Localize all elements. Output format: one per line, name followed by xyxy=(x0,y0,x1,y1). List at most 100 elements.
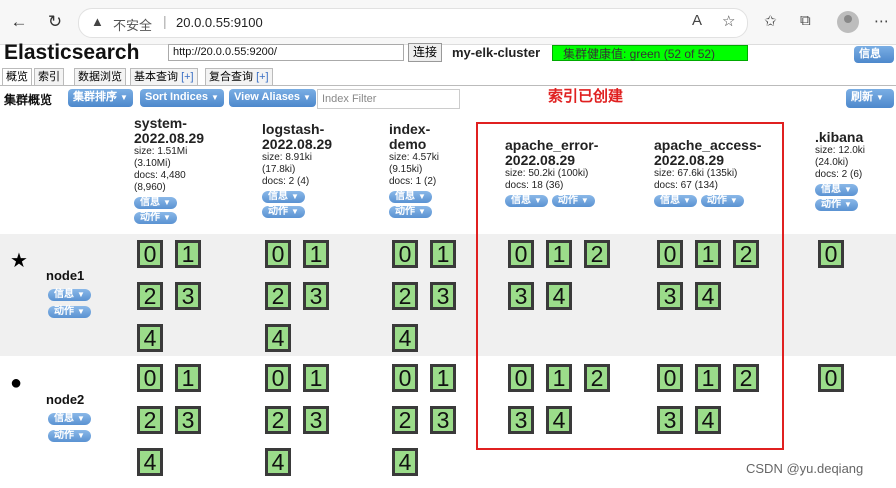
tab-plus: [+] xyxy=(181,71,194,83)
browser-toolbar: ← ↻ ▲ 不安全 | 20.0.0.55:9100 A ☆ ✩ ⧉ ⋯ xyxy=(0,0,896,45)
index-name: .kibana xyxy=(815,129,864,145)
view-aliases-label: View Aliases xyxy=(234,91,301,103)
overview-label: 集群概览 xyxy=(4,93,53,107)
shard-box[interactable]: 3 xyxy=(303,282,329,310)
node-action-button[interactable]: 动作 ▼ xyxy=(48,430,91,442)
index-info-button[interactable]: 信息 ▼ xyxy=(389,191,432,203)
tab-browser[interactable]: 数据浏览 xyxy=(74,68,126,85)
tab-plus: [+] xyxy=(256,71,269,83)
index-info-button[interactable]: 信息 ▼ xyxy=(134,197,177,209)
shard-box[interactable]: 0 xyxy=(392,364,418,392)
node-name: node2 xyxy=(46,392,85,407)
info-label: 信息 xyxy=(268,191,288,202)
master-star-icon: ★ xyxy=(10,250,28,272)
shard-box[interactable]: 3 xyxy=(175,282,201,310)
node-dot-icon: ● xyxy=(10,372,23,394)
action-label: 动作 xyxy=(395,206,415,217)
collections-icon[interactable]: ⧉ xyxy=(800,12,811,29)
index-action-button[interactable]: 动作 ▼ xyxy=(134,212,177,224)
annotation-text: 索引已创建 xyxy=(548,88,624,105)
shard-box[interactable]: 0 xyxy=(392,240,418,268)
reload-icon[interactable]: ↻ xyxy=(44,11,66,33)
profile-avatar[interactable] xyxy=(837,11,859,33)
shard-box[interactable]: 0 xyxy=(137,364,163,392)
shard-box[interactable]: 1 xyxy=(175,364,201,392)
shard-box[interactable]: 4 xyxy=(137,448,163,476)
index-stat: size: 8.91ki xyxy=(262,152,313,163)
refresh-label: 刷新 xyxy=(851,91,873,103)
shard-box[interactable]: 2 xyxy=(392,406,418,434)
index-stat: docs: 4,480 xyxy=(134,170,186,181)
shard-box[interactable]: 0 xyxy=(818,240,844,268)
favorite-add-icon[interactable]: ☆ xyxy=(722,12,735,30)
shard-box[interactable]: 4 xyxy=(265,324,291,352)
shard-box[interactable]: 2 xyxy=(137,282,163,310)
index-header: logstash- 2022.08.29 size: 8.91ki (17.8ki)… xyxy=(262,122,332,218)
node-action-button[interactable]: 动作 ▼ xyxy=(48,306,91,318)
shard-box[interactable]: 0 xyxy=(265,240,291,268)
action-label: 动作 xyxy=(821,199,841,210)
shard-box[interactable]: 3 xyxy=(430,282,456,310)
index-menu: 信息 ▼ 动作 ▼ xyxy=(134,197,204,224)
shard-box[interactable]: 1 xyxy=(430,240,456,268)
shard-box[interactable]: 0 xyxy=(818,364,844,392)
info-button[interactable]: 信息 ▼ xyxy=(854,46,894,76)
tab-divider xyxy=(0,85,896,86)
chevron-down-icon: ▼ xyxy=(163,213,171,222)
connect-url-input[interactable]: http://20.0.0.55:9200/ xyxy=(168,44,404,61)
index-action-button[interactable]: 动作 ▼ xyxy=(815,199,858,211)
tab-indices[interactable]: 索引 xyxy=(34,68,64,85)
node-info-button[interactable]: 信息 ▼ xyxy=(48,413,91,425)
shard-box[interactable]: 2 xyxy=(265,282,291,310)
shard-box[interactable]: 2 xyxy=(137,406,163,434)
watermark: CSDN @yu.deqiang xyxy=(746,461,864,476)
shard-box[interactable]: 4 xyxy=(392,324,418,352)
index-filter-input[interactable]: Index Filter xyxy=(317,89,460,109)
chevron-down-icon: ▼ xyxy=(876,93,884,102)
index-header: .kibana size: 12.0ki (24.0ki) docs: 2 (6) 信息… xyxy=(815,130,865,211)
chevron-down-icon: ▼ xyxy=(77,307,85,316)
chevron-down-icon: ▼ xyxy=(291,192,299,201)
sort-cluster-button[interactable]: 集群排序 ▼ xyxy=(68,89,133,107)
shard-box[interactable]: 2 xyxy=(265,406,291,434)
shard-box[interactable]: 0 xyxy=(137,240,163,268)
favorites-icon[interactable]: ✩ xyxy=(764,12,777,30)
shard-box[interactable]: 4 xyxy=(265,448,291,476)
shard-box[interactable]: 1 xyxy=(430,364,456,392)
sort-indices-label: Sort Indices xyxy=(145,91,208,103)
shard-box[interactable]: 3 xyxy=(175,406,201,434)
cluster-name: my-elk-cluster xyxy=(452,45,541,60)
connect-button[interactable]: 连接 xyxy=(408,43,442,62)
chevron-down-icon: ▼ xyxy=(862,67,870,76)
index-action-button[interactable]: 动作 ▼ xyxy=(262,206,305,218)
refresh-button[interactable]: 刷新 ▼ xyxy=(846,89,894,108)
shard-box[interactable]: 1 xyxy=(303,364,329,392)
sort-indices-button[interactable]: Sort Indices ▼ xyxy=(140,89,224,107)
chevron-down-icon: ▼ xyxy=(303,93,311,102)
shard-box[interactable]: 1 xyxy=(303,240,329,268)
shard-box[interactable]: 4 xyxy=(137,324,163,352)
address-bar[interactable]: ▲ 不安全 | 20.0.0.55:9100 xyxy=(78,8,748,38)
shard-box[interactable]: 3 xyxy=(303,406,329,434)
tab-compound-query[interactable]: 复合查询 [+] xyxy=(205,68,273,85)
index-info-button[interactable]: 信息 ▼ xyxy=(262,191,305,203)
back-icon[interactable]: ← xyxy=(8,11,30,33)
read-aloud-icon[interactable]: A xyxy=(692,12,702,29)
sort-cluster-label: 集群排序 xyxy=(73,91,117,103)
info-label: 信息 xyxy=(395,191,415,202)
node-info-button[interactable]: 信息 ▼ xyxy=(48,289,91,301)
chevron-down-icon: ▼ xyxy=(844,200,852,209)
view-aliases-button[interactable]: View Aliases ▼ xyxy=(229,89,316,107)
tab-basic-query[interactable]: 基本查询 [+] xyxy=(130,68,198,85)
shard-box[interactable]: 3 xyxy=(430,406,456,434)
tab-overview[interactable]: 概览 xyxy=(2,68,32,85)
index-stat: (3.10Mi) xyxy=(134,158,171,169)
shard-box[interactable]: 4 xyxy=(392,448,418,476)
shard-box[interactable]: 2 xyxy=(392,282,418,310)
more-icon[interactable]: ⋯ xyxy=(874,12,889,30)
index-info-button[interactable]: 信息 ▼ xyxy=(815,184,858,196)
shard-box[interactable]: 0 xyxy=(265,364,291,392)
index-stat: (24.0ki) xyxy=(815,157,849,168)
index-action-button[interactable]: 动作 ▼ xyxy=(389,206,432,218)
shard-box[interactable]: 1 xyxy=(175,240,201,268)
